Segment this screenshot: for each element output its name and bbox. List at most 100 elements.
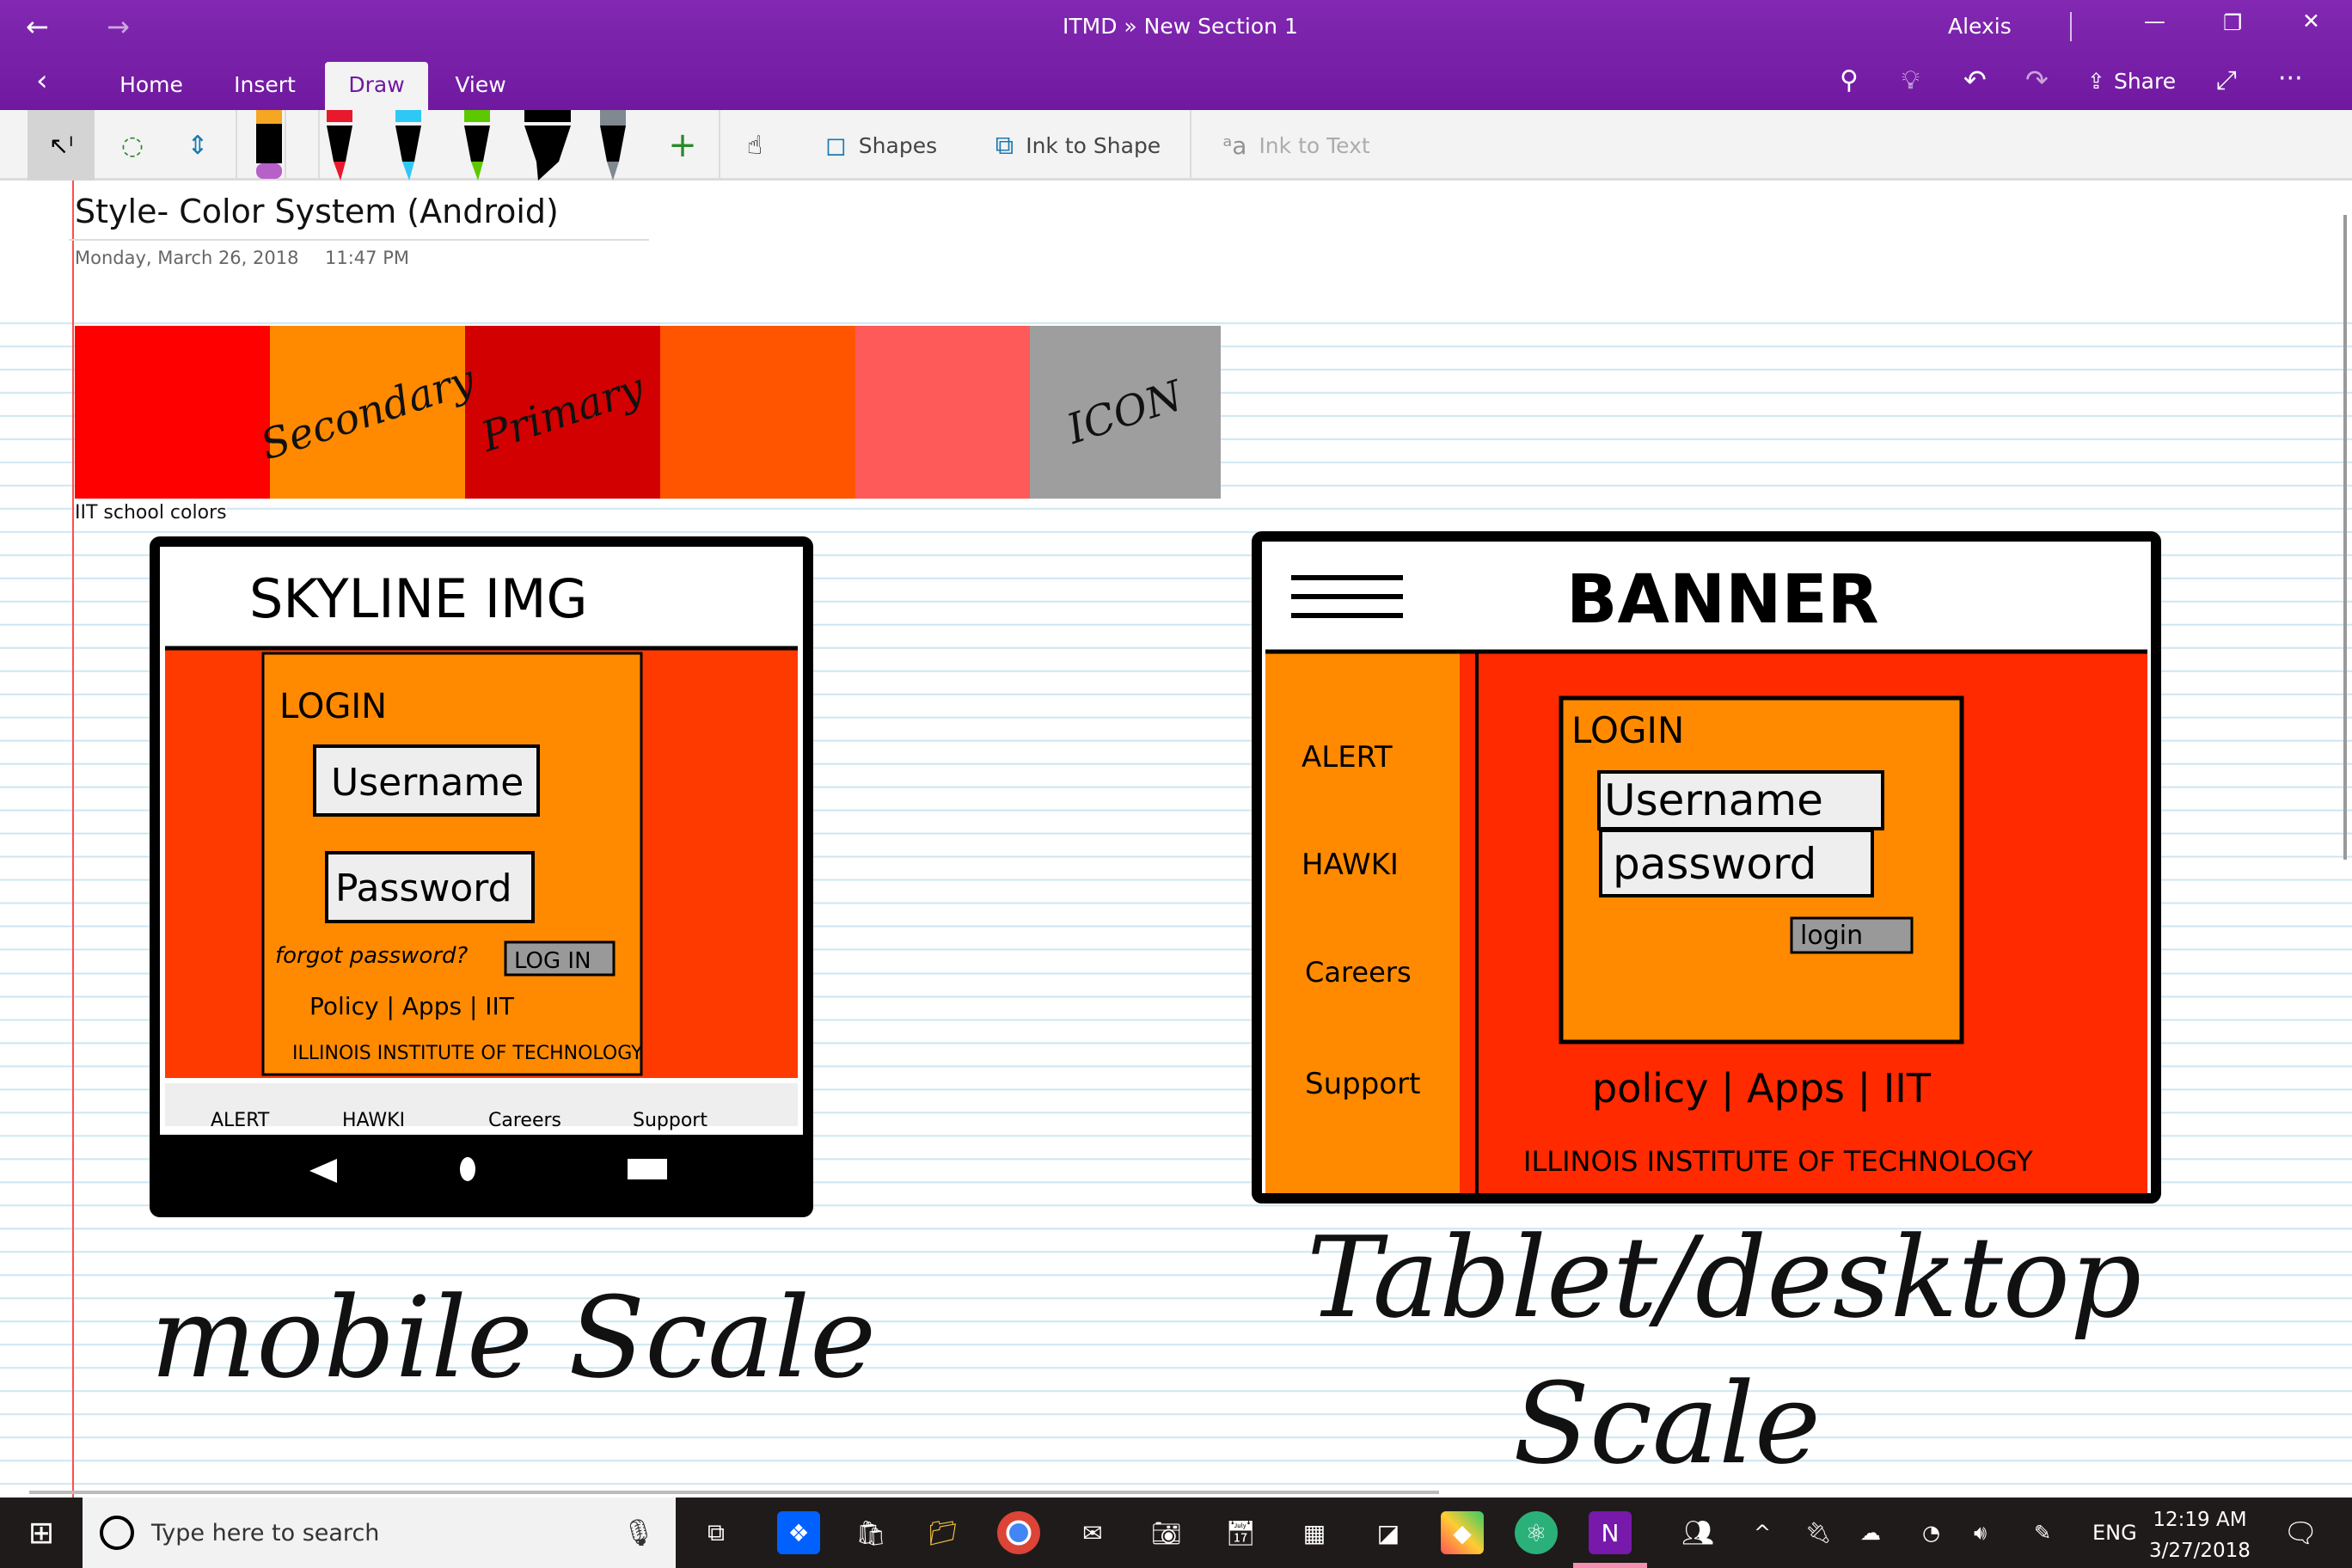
tab-insert[interactable]: Insert <box>220 62 309 110</box>
task-view-icon[interactable]: ⧉ <box>695 1511 738 1554</box>
search-icon[interactable]: ⚲ <box>1840 65 1859 95</box>
ink-to-shape-button[interactable]: ⧉ Ink to Shape <box>983 110 1173 181</box>
color-swatch <box>75 326 270 499</box>
page-title[interactable]: Style- Color System (Android) <box>75 193 559 230</box>
clock-time: 12:19 AM <box>2153 1509 2247 1531</box>
margin-line <box>72 181 74 1498</box>
tab-view[interactable]: View <box>442 62 519 110</box>
android-recents-icon <box>628 1159 667 1179</box>
dropbox-icon[interactable]: ❖ <box>777 1511 820 1554</box>
touch-draw-icon[interactable]: ☝ <box>729 110 781 181</box>
pen-tray <box>256 110 626 181</box>
undo-icon[interactable]: ↶ <box>1963 64 1987 96</box>
mobile-nav-careers: Careers <box>488 1110 561 1131</box>
pencil[interactable] <box>600 110 626 181</box>
tablet-caption-line1: Tablet/desktop <box>1307 1212 2142 1343</box>
more-icon[interactable]: ··· <box>2278 64 2303 94</box>
mobile-nav-alert: ALERT <box>211 1110 270 1131</box>
file-explorer-icon[interactable]: 📁︎ <box>922 1511 965 1554</box>
clock[interactable]: 12:19 AM 3/27/2018 <box>2149 1504 2251 1566</box>
lasso-select-icon[interactable]: ◌ <box>103 110 162 181</box>
microphone-icon[interactable]: 🎙︎ <box>622 1518 655 1548</box>
horizontal-scrollbar[interactable] <box>29 1491 1439 1494</box>
tablet-password: password <box>1613 839 1816 889</box>
language-indicator[interactable]: ENG <box>2092 1498 2137 1568</box>
back-arrow-icon[interactable]: ← <box>26 10 49 43</box>
swatch-caption: IIT school colors <box>75 502 227 524</box>
people-icon[interactable]: 👥︎ <box>1681 1498 1714 1568</box>
mobile-login-label: LOGIN <box>279 687 387 726</box>
mobile-login-button: LOG IN <box>514 948 591 974</box>
tablet-footer-name: ILLINOIS INSTITUTE OF TECHNOLOGY <box>1523 1145 2033 1178</box>
share-icon: ⇪ <box>2087 69 2105 94</box>
action-center-icon[interactable]: 🗨︎ <box>2283 1498 2318 1568</box>
fullscreen-icon[interactable]: ⤢ <box>2216 65 2237 95</box>
forward-arrow-icon[interactable]: → <box>107 10 130 43</box>
shapes-icon: ◻ <box>824 130 847 161</box>
ink-to-text-button[interactable]: ᵃa Ink to Text <box>1210 110 1382 181</box>
lightbulb-icon[interactable]: 💡︎ <box>1902 65 1920 95</box>
show-hidden-icons[interactable]: ^ <box>1754 1498 1771 1568</box>
add-space-icon[interactable]: ⇕ <box>168 110 227 181</box>
chrome-icon[interactable] <box>997 1511 1040 1554</box>
tab-home[interactable]: Home <box>107 62 196 110</box>
active-app-indicator <box>1573 1563 1647 1568</box>
sticky-notes-icon[interactable]: ◪ <box>1367 1511 1410 1554</box>
ink-to-shape-icon: ⧉ <box>995 130 1014 161</box>
mobile-username: Username <box>331 761 524 805</box>
user-name[interactable]: Alexis <box>1948 14 2012 39</box>
tablet-nav-hawki: HAWKI <box>1302 848 1399 882</box>
divider <box>2070 12 2072 41</box>
search-placeholder: Type here to search <box>151 1519 380 1547</box>
redo-icon[interactable]: ↷ <box>2025 64 2049 96</box>
share-button[interactable]: ⇪ Share <box>2087 69 2176 94</box>
close-icon[interactable]: ✕ <box>2302 9 2320 34</box>
mobile-header: SKYLINE IMG <box>249 567 588 630</box>
onenote-icon[interactable]: N <box>1589 1511 1632 1554</box>
blue-pen[interactable] <box>395 110 421 181</box>
app-icon[interactable]: ◆ <box>1441 1511 1484 1554</box>
highlighter-pen[interactable] <box>256 110 282 179</box>
mobile-sketch: SKYLINE IMG LOGIN Username Password forg… <box>150 536 813 1217</box>
onedrive-icon[interactable]: ☁ <box>1860 1498 1881 1568</box>
calculator-icon[interactable]: ▦ <box>1293 1511 1336 1554</box>
shapes-button[interactable]: ◻ Shapes <box>808 110 954 181</box>
vertical-scrollbar[interactable] <box>2343 215 2347 860</box>
calendar-icon[interactable]: 📅︎ <box>1219 1511 1262 1554</box>
lasso-text-select-icon[interactable]: ↖ᴵ <box>28 110 95 181</box>
atom-icon[interactable]: ⚛ <box>1515 1511 1558 1554</box>
clock-date: 3/27/2018 <box>2149 1540 2251 1562</box>
green-pen[interactable] <box>464 110 490 181</box>
cortana-icon <box>100 1516 134 1550</box>
store-icon[interactable]: 🛍︎ <box>849 1511 892 1554</box>
ink-to-text-label: Ink to Text <box>1259 132 1370 158</box>
black-marker[interactable] <box>524 110 571 181</box>
wifi-icon[interactable]: ◔ <box>1922 1498 1940 1568</box>
start-windows-icon[interactable]: ⊞ <box>0 1498 83 1568</box>
color-swatch <box>855 326 1030 499</box>
mobile-nav-support: Support <box>633 1110 707 1131</box>
mail-icon[interactable]: ✉ <box>1071 1511 1114 1554</box>
search-box[interactable]: Type here to search 🎙︎ <box>83 1498 676 1568</box>
window-title: ITMD » New Section 1 <box>1063 14 1298 39</box>
draw-toolbar: ↖ᴵ ◌ ⇕ + ☝ ◻ Shapes ⧉ Ink to Shape ᵃa Ink t… <box>0 110 2352 181</box>
tablet-nav-careers: Careers <box>1305 956 1412 989</box>
color-swatch: Primary <box>465 326 660 499</box>
volume-icon[interactable]: 🔊︎ <box>1974 1498 1987 1568</box>
tablet-nav-alert: ALERT <box>1302 740 1393 775</box>
collapse-nav-icon[interactable]: ‹ <box>36 64 48 98</box>
pen-ink-icon[interactable]: ✎ <box>2034 1498 2051 1568</box>
share-label: Share <box>2113 69 2177 94</box>
tablet-header: BANNER <box>1566 561 1879 639</box>
page-time: 11:47 PM <box>325 248 409 268</box>
minimize-icon[interactable]: — <box>2144 9 2165 34</box>
title-bar: ← → ITMD » New Section 1 Alexis — ❐ ✕ ‹ … <box>0 0 2352 110</box>
restore-icon[interactable]: ❐ <box>2223 10 2242 35</box>
add-pen-icon[interactable]: + <box>658 110 707 181</box>
battery-icon[interactable]: 🔌︎ <box>1805 1498 1831 1568</box>
tab-draw[interactable]: Draw <box>325 62 428 110</box>
mobile-forgot-password: forgot password? <box>275 943 469 969</box>
red-pen[interactable] <box>327 110 352 181</box>
camera-icon[interactable]: 📷︎ <box>1145 1511 1188 1554</box>
swatch-label: ICON <box>1062 371 1189 454</box>
